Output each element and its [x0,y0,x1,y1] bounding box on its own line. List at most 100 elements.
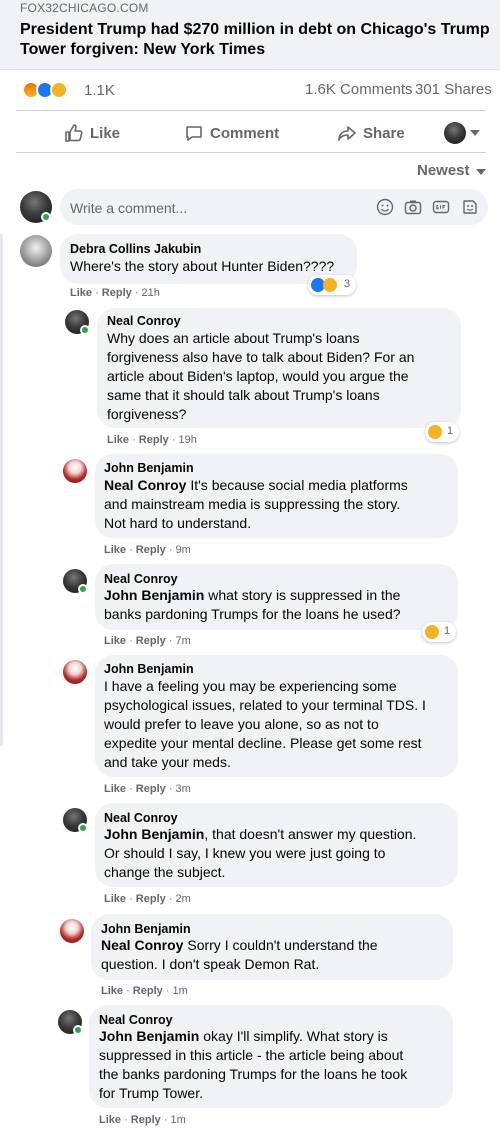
comment-meta: Like · Reply · 9m [104,544,191,556]
comment-author[interactable]: Neal Conroy [104,572,178,586]
haha-icon [323,278,337,292]
comment-text: John Benjamin, that doesn't answer my qu… [104,825,416,882]
gif-icon[interactable] [432,198,450,216]
avatar[interactable] [63,459,87,483]
comment-reactions[interactable]: 1 [422,622,456,642]
chevron-down-icon[interactable] [470,130,480,136]
avatar[interactable] [20,235,52,267]
online-indicator [78,823,88,833]
comment-reply-link[interactable]: Reply [139,434,169,446]
comment-time[interactable]: 3m [176,783,191,795]
comment-text-line: psychological issues, related to your te… [104,697,426,713]
thread-rail [0,234,3,746]
avatar[interactable] [60,919,84,943]
haha-icon [428,425,442,439]
like-label: Like [90,124,121,142]
comment-author[interactable]: Neal Conroy [99,1013,173,1027]
comment-reply-link[interactable]: Reply [102,287,132,299]
reactions-count[interactable]: 1.1K [84,82,115,99]
comment-meta: Like · Reply · 2m [104,893,191,905]
comment-reply-link[interactable]: Reply [136,635,166,647]
camera-icon[interactable] [404,198,422,216]
comment-text: Why does an article about Trump's loans … [107,329,414,424]
comment-time[interactable]: 1m [171,1114,186,1126]
comment-reply-link[interactable]: Reply [131,1114,161,1126]
comment-label: Comment [210,124,280,142]
online-indicator [80,325,90,335]
comment-reply-link[interactable]: Reply [136,783,166,795]
comment-like-link[interactable]: Like [99,1114,121,1126]
comment-text: Neal Conroy Sorry I couldn't understand … [101,936,378,974]
comment-text-line: change the subject. [104,864,226,880]
comment-mention[interactable]: John Benjamin [99,1028,199,1044]
comment-like-link[interactable]: Like [104,893,126,905]
divider [16,110,486,111]
comment-time[interactable]: 1m [173,985,188,997]
comment-text-line: okay I'll simplify. What story is [199,1028,388,1044]
comment-text-line: It's because social media platforms [186,477,408,493]
comment-reactions[interactable]: 3 [308,275,356,295]
comment-author[interactable]: Neal Conroy [107,314,181,328]
comment-text-line: Why does an article about Trump's loans [107,330,360,346]
emoji-icon[interactable] [376,198,394,216]
comment-meta: Like · Reply · 19h [107,434,197,446]
comment-text-line: and take your meds. [104,754,231,770]
comment-text-line: same that it should talk about Trump's l… [107,387,380,403]
comment-like-link[interactable]: Like [70,287,92,299]
online-indicator [41,212,51,222]
comment-text-line: I have a feeling you may be experiencing… [104,678,397,694]
comment-button[interactable]: Comment [184,120,279,146]
comment-mention[interactable]: Neal Conroy [104,477,186,493]
comment-like-link[interactable]: Like [101,985,123,997]
comment-reply-link[interactable]: Reply [136,544,166,556]
link-preview[interactable]: FOX32CHICAGO.COM President Trump had $27… [0,0,500,70]
comment-text-line: for Trump Tower. [99,1085,204,1101]
comments-count[interactable]: 1.6K Comments [305,81,413,98]
comment-author[interactable]: John Benjamin [104,662,194,676]
comment-author[interactable]: John Benjamin [104,461,194,475]
comment-sort[interactable]: Newest [417,162,470,179]
comment-text-line: forgiveness also have to talk about Bide… [107,349,415,365]
comment-meta: Like · Reply · 21h [70,287,160,299]
comment-text: John Benjamin what story is suppressed i… [104,586,401,624]
comment-reactions[interactable]: 1 [425,422,459,442]
comment-text: Neal Conroy It's because social media pl… [104,476,408,533]
chevron-down-icon[interactable] [476,169,486,175]
comment-author[interactable]: John Benjamin [101,922,191,936]
comment-reply-link[interactable]: Reply [136,893,166,905]
comment-mention[interactable]: Neal Conroy [101,937,183,953]
shares-count[interactable]: 301 Shares [415,81,492,98]
online-indicator [73,1025,83,1035]
online-indicator [78,584,88,594]
comment-mention[interactable]: John Benjamin [104,826,204,842]
comment-time[interactable]: 7m [176,635,191,647]
reaction-count: 1 [444,625,451,637]
comment-time[interactable]: 2m [176,893,191,905]
comment-time[interactable]: 9m [176,544,191,556]
comment-author[interactable]: Debra Collins Jakubin [70,242,201,256]
comment-time[interactable]: 21h [142,287,160,299]
comment-text-line: forgiveness? [107,406,187,422]
sticker-icon[interactable] [461,198,479,216]
comment-time[interactable]: 19h [179,434,197,446]
reaction-icons[interactable] [22,81,82,99]
comment-like-link[interactable]: Like [104,544,126,556]
share-label: Share [363,124,405,142]
comment-reply-link[interactable]: Reply [133,985,163,997]
comment-text-line: Not hard to understand. [104,515,252,531]
share-as-avatar[interactable] [444,122,466,144]
avatar[interactable] [63,660,87,684]
comment-like-link[interactable]: Like [104,783,126,795]
comment-meta: Like · Reply · 3m [104,783,191,795]
link-headline[interactable]: President Trump had $270 million in debt… [20,20,490,60]
share-button[interactable]: Share [337,120,405,146]
comment-author[interactable]: Neal Conroy [104,811,178,825]
comment-like-link[interactable]: Like [104,635,126,647]
comment-like-link[interactable]: Like [107,434,129,446]
comment-text-line: suppressed in this article - the article… [99,1047,404,1063]
comment-text-line: the banks pardoning Trumps for the loans… [99,1066,408,1082]
comment-mention[interactable]: John Benjamin [104,587,204,603]
comment-text-line: article about Biden's laptop, would you … [107,368,409,384]
like-button[interactable]: Like [64,120,120,146]
comment-placeholder: Write a comment... [70,200,188,216]
